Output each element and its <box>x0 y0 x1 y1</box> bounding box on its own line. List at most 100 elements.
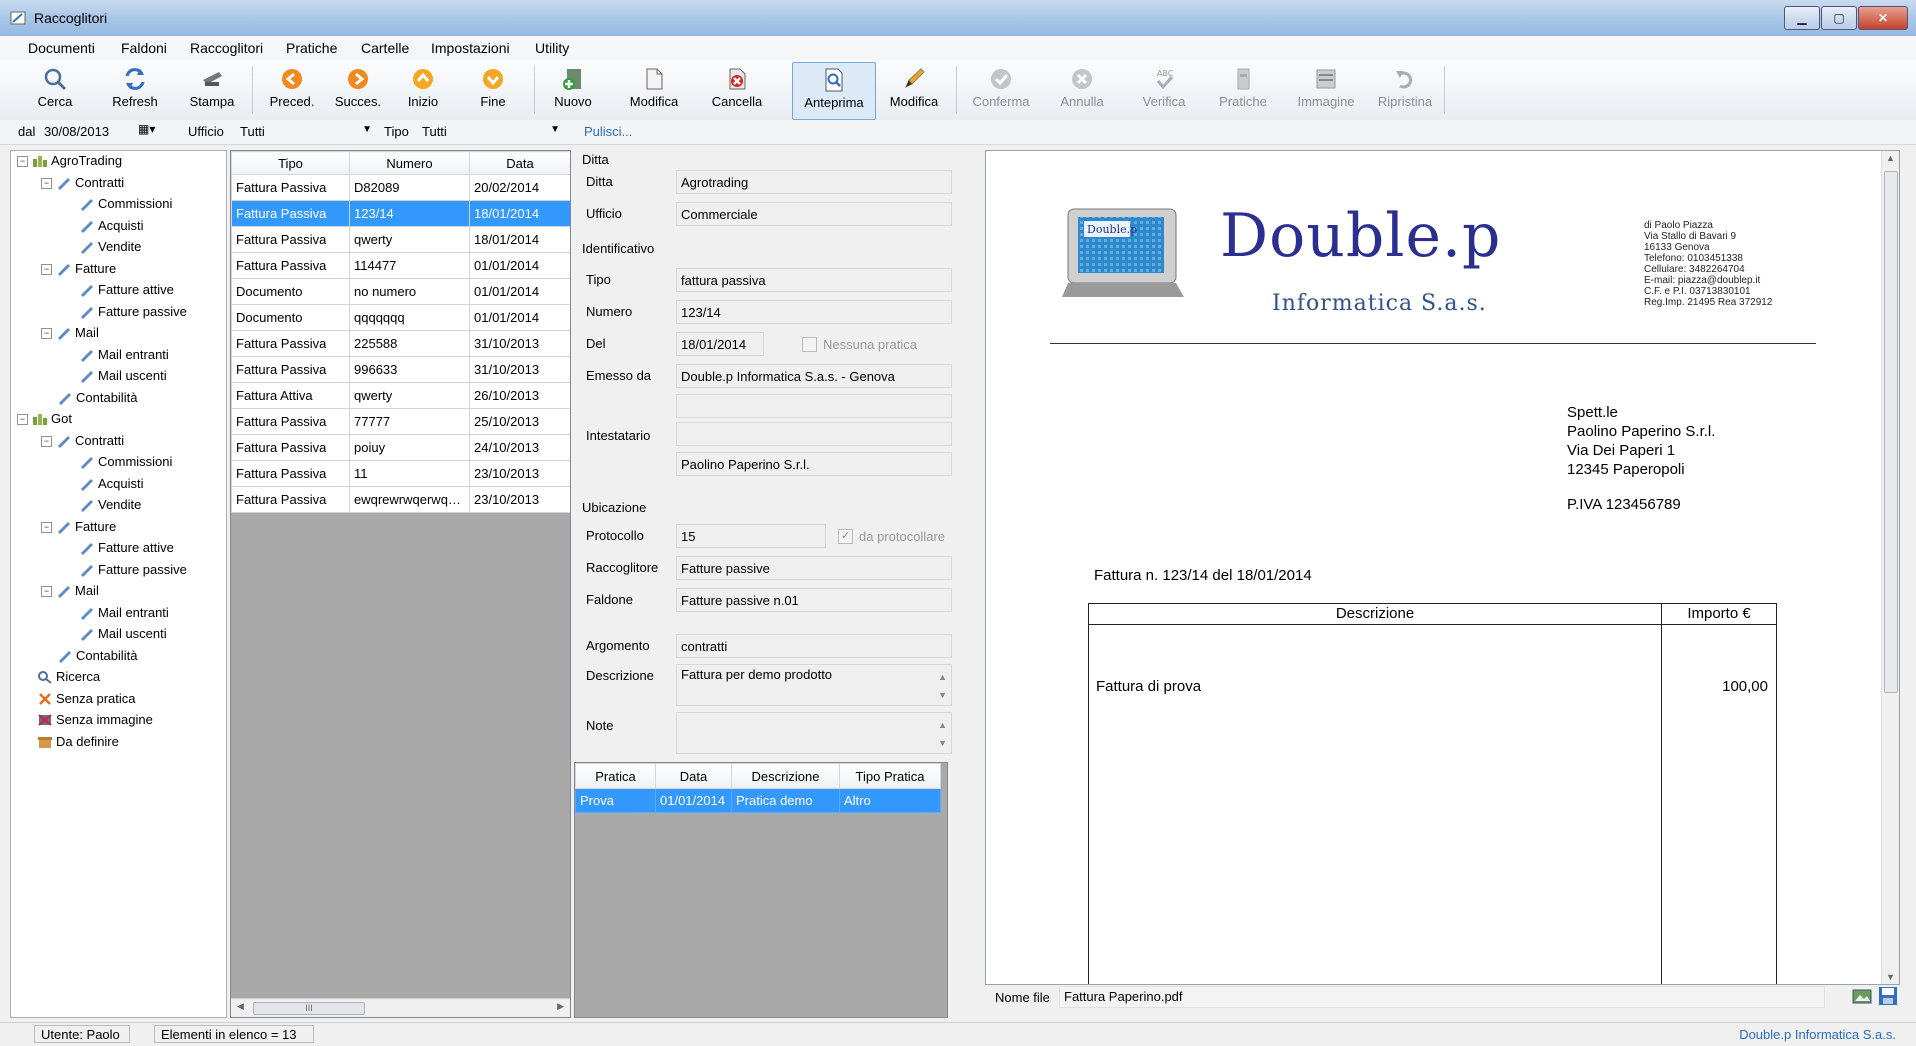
succes-button[interactable]: Succes. <box>330 62 386 118</box>
tree-node[interactable]: − Contratti <box>41 431 124 451</box>
tree-node[interactable]: − Fatture <box>41 517 116 537</box>
tree-node[interactable]: Ricerca <box>37 667 100 687</box>
table-row[interactable]: Fattura Passiva qwerty 18/01/2014 <box>231 226 570 253</box>
collapse-icon[interactable]: − <box>41 177 52 189</box>
faldone-field[interactable]: Fatture passive n.01 <box>676 588 952 612</box>
column-header-numero[interactable]: Numero <box>349 151 470 175</box>
tree-node[interactable]: Fatture attive <box>79 280 174 300</box>
collapse-icon[interactable]: − <box>41 585 52 597</box>
scroll-down-icon[interactable]: ▼ <box>938 685 947 705</box>
vertical-scrollbar[interactable]: ▲ ▼ <box>1881 151 1899 984</box>
pulisci-button[interactable]: Pulisci... <box>584 124 632 139</box>
table-row[interactable]: Fattura Passiva poiuy 24/10/2013 <box>231 434 570 461</box>
scroll-up-icon[interactable]: ▲ <box>938 667 947 687</box>
column-header-descrizione[interactable]: Descrizione <box>731 763 840 789</box>
column-header-data[interactable]: Data <box>655 763 732 789</box>
tree-node[interactable]: Fatture passive <box>79 302 187 322</box>
menu-faldoni[interactable]: Faldoni <box>121 40 167 56</box>
scroll-up-icon[interactable]: ▲ <box>1886 153 1895 163</box>
protocollo-field[interactable]: 15 <box>676 524 826 548</box>
del-field[interactable]: 18/01/2014 <box>676 332 764 356</box>
table-row[interactable]: Fattura Passiva 114477 01/01/2014 <box>231 252 570 279</box>
tipo-field[interactable]: fattura passiva <box>676 268 952 292</box>
table-row[interactable]: Documento no numero 01/01/2014 <box>231 278 570 305</box>
status-brand-link[interactable]: Double.p Informatica S.a.s. <box>1739 1027 1896 1042</box>
tree-node[interactable]: Senza immagine <box>37 710 153 730</box>
table-row[interactable]: Fattura Passiva ewqrewrwqerwqe... 23/10/20… <box>231 486 570 513</box>
ripristina-button[interactable]: Ripristina <box>1370 62 1440 118</box>
table-row[interactable]: Documento qqqqqqq 01/01/2014 <box>231 304 570 331</box>
column-header-data[interactable]: Data <box>469 151 570 175</box>
pratiche-button[interactable]: Pratiche <box>1210 62 1276 118</box>
descrizione-field[interactable]: Fattura per demo prodotto ▲ ▼ <box>676 664 952 706</box>
argomento-field[interactable]: contratti <box>676 634 952 658</box>
nuovo-button[interactable]: Nuovo <box>546 62 600 118</box>
tree-node[interactable]: Vendite <box>79 237 141 257</box>
column-header-pratica[interactable]: Pratica <box>575 763 656 789</box>
table-row[interactable]: Fattura Passiva 225588 31/10/2013 <box>231 330 570 357</box>
ufficio-field[interactable]: Commerciale <box>676 202 952 226</box>
intestatario-field-2[interactable] <box>676 422 952 446</box>
modifica-button[interactable]: Modifica <box>620 62 688 118</box>
menu-raccoglitori[interactable]: Raccoglitori <box>190 40 263 56</box>
emesso-da-field[interactable]: Double.p Informatica S.a.s. - Genova <box>676 364 952 388</box>
nessuna-pratica-checkbox[interactable]: Nessuna pratica <box>802 337 917 352</box>
menu-impostazioni[interactable]: Impostazioni <box>431 40 510 56</box>
tree-node[interactable]: − Fatture <box>41 259 116 279</box>
collapse-icon[interactable]: − <box>41 435 52 447</box>
conferma-button[interactable]: Conferma <box>966 62 1036 118</box>
tree-node[interactable]: Commissioni <box>79 194 172 214</box>
menu-pratiche[interactable]: Pratiche <box>286 40 337 56</box>
cancella-button[interactable]: Cancella <box>702 62 772 118</box>
cerca-button[interactable]: Cerca <box>30 62 80 118</box>
scroll-right-icon[interactable]: ▶ <box>557 1001 564 1012</box>
table-row-selected[interactable]: Prova 01/01/2014 Pratica demo Altro <box>575 788 941 813</box>
horizontal-scrollbar[interactable]: ◀ III ▶ <box>231 998 570 1017</box>
table-row[interactable]: Fattura Passiva 77777 25/10/2013 <box>231 408 570 435</box>
modifica-image-button[interactable]: Modifica <box>880 62 948 118</box>
fine-button[interactable]: Fine <box>468 62 518 118</box>
raccoglitore-field[interactable]: Fatture passive <box>676 556 952 580</box>
menu-documenti[interactable]: Documenti <box>28 40 95 56</box>
stampa-button[interactable]: Stampa <box>180 62 244 118</box>
table-row[interactable]: Fattura Attiva qwerty 26/10/2013 <box>231 382 570 409</box>
menu-utility[interactable]: Utility <box>535 40 569 56</box>
tipo-select[interactable]: Tutti ▼ <box>418 122 564 140</box>
ufficio-select[interactable]: Tutti ▼ <box>236 122 376 140</box>
tree-node[interactable]: Fatture attive <box>79 538 174 558</box>
tree-node[interactable]: Mail entranti <box>79 603 169 623</box>
dal-date-picker[interactable]: 30/08/2013 ▦▾ <box>40 122 170 140</box>
collapse-icon[interactable]: − <box>41 327 52 339</box>
tree-node[interactable]: Mail uscenti <box>79 624 167 644</box>
tree-node[interactable]: Da definire <box>37 732 119 752</box>
tree-node[interactable]: Senza pratica <box>37 689 136 709</box>
annulla-button[interactable]: Annulla <box>1052 62 1112 118</box>
document-preview[interactable]: Double.p Double.p Informatica S.a.s. di … <box>985 150 1900 985</box>
inizio-button[interactable]: Inizio <box>398 62 448 118</box>
menu-cartelle[interactable]: Cartelle <box>361 40 409 56</box>
collapse-icon[interactable]: − <box>17 155 28 167</box>
minimize-button[interactable]: ▁ <box>1784 6 1820 30</box>
scroll-left-icon[interactable]: ◀ <box>237 1001 244 1012</box>
collapse-icon[interactable]: − <box>41 521 52 533</box>
image-scan-icon[interactable] <box>1852 987 1872 1005</box>
preced-button[interactable]: Preced. <box>262 62 322 118</box>
table-row[interactable]: Fattura Passiva D82089 20/02/2014 <box>231 174 570 201</box>
note-field[interactable]: ▲ ▼ <box>676 712 952 754</box>
table-row-selected[interactable]: Fattura Passiva 123/14 18/01/2014 <box>231 200 570 227</box>
tree-node[interactable]: Contabilità <box>57 388 137 408</box>
scroll-down-icon[interactable]: ▼ <box>1886 972 1895 982</box>
tree-node[interactable]: Mail entranti <box>79 345 169 365</box>
tree-node[interactable]: − AgroTrading <box>17 151 122 171</box>
save-icon[interactable] <box>1878 986 1898 1006</box>
tree-node[interactable]: Vendite <box>79 495 141 515</box>
column-header-tipo[interactable]: Tipo <box>231 151 350 175</box>
column-header-tipo-pratica[interactable]: Tipo Pratica <box>839 763 941 789</box>
tree-node[interactable]: Mail uscenti <box>79 366 167 386</box>
scroll-down-icon[interactable]: ▼ <box>938 733 947 753</box>
table-row[interactable]: Fattura Passiva 11 23/10/2013 <box>231 460 570 487</box>
tree-node[interactable]: Acquisti <box>79 474 144 494</box>
tree-node[interactable]: − Got <box>17 409 72 429</box>
tree-node[interactable]: Fatture passive <box>79 560 187 580</box>
refresh-button[interactable]: Refresh <box>108 62 162 118</box>
